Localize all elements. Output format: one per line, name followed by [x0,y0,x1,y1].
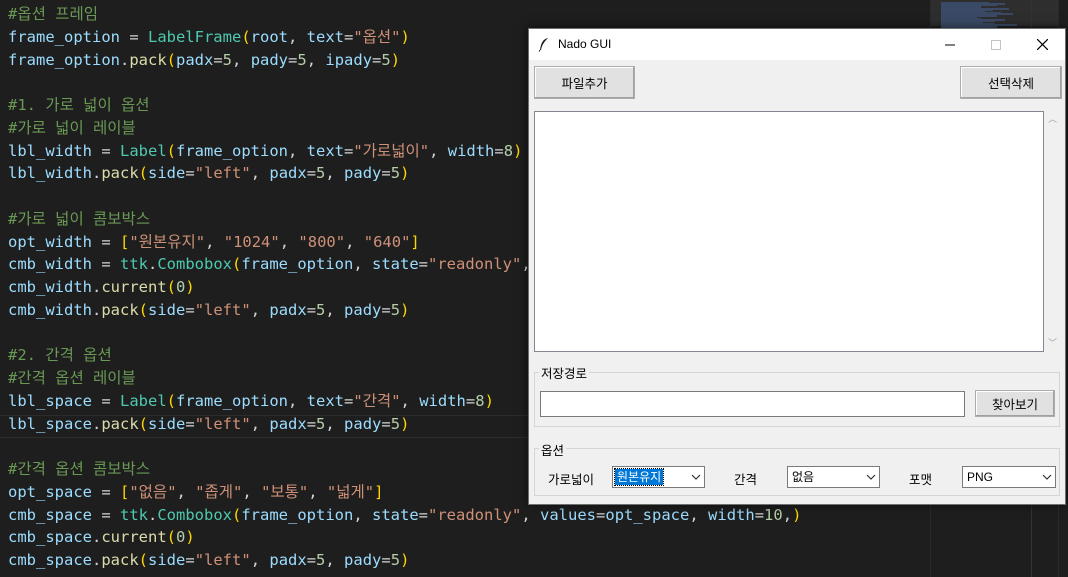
code-line: cmb_width.current(0) [8,278,195,296]
add-file-button[interactable]: 파일추가 [534,66,635,99]
width-combobox-value: 원본유지 [613,468,665,486]
code-line: cmb_width.pack(side="left", padx=5, pady… [8,300,410,319]
code-line: opt_space = ["없음", "좁게", "보통", "넓게"] [8,482,384,501]
maximize-icon [991,39,1001,50]
code-line: #간격 옵션 콤보박스 [8,460,151,478]
chevron-down-icon [866,474,876,480]
code-line: lbl_width.pack(side="left", padx=5, pady… [8,164,410,183]
maximize-button[interactable] [973,29,1019,60]
format-label: 포맷 [909,473,933,487]
code-line: cmb_space = ttk.Combobox(frame_option, s… [8,505,802,524]
code-line: #1. 가로 넓이 옵션 [8,96,150,114]
space-combobox-value: 없음 [792,470,815,484]
code-line: opt_width = ["원본유지", "1024", "800", "640… [8,232,420,251]
save-path-frame-label: 저장경로 [539,363,590,382]
code-line: cmb_width = ttk.Combobox(frame_option, s… [8,255,531,274]
code-line: #가로 넓이 레이블 [8,118,136,137]
scroll-down-icon[interactable]: ﹀ [1048,339,1057,348]
minimize-icon [945,44,955,45]
delete-selected-button[interactable]: 선택삭제 [960,66,1062,99]
space-combobox[interactable]: 없음 [787,466,880,488]
nado-gui-window: Nado GUI 파일추가 선택삭제 ︿ ﹀ 저장경로 찾아보기 옵션 가로넓이… [528,28,1066,505]
scroll-up-icon[interactable]: ︿ [1048,115,1057,124]
format-combobox-value: PNG [967,470,994,484]
file-listbox[interactable] [534,111,1044,352]
format-combobox[interactable]: PNG [962,466,1056,488]
width-label: 가로넓이 [548,473,595,487]
code-line: frame_option.pack(padx=5, pady=5, ipady=… [8,50,401,69]
code-line: lbl_width = Label(frame_option, text="가로… [8,141,523,160]
code-line: cmb_space.current(0) [8,528,195,547]
code-line: #가로 넓이 콤보박스 [8,209,151,228]
browse-button[interactable]: 찾아보기 [975,390,1055,417]
width-combobox[interactable]: 원본유지 [612,466,705,488]
chevron-down-icon [1042,474,1052,480]
minimize-button[interactable] [927,29,973,60]
close-icon [1036,39,1048,50]
close-button[interactable] [1019,29,1065,60]
space-label: 간격 [734,473,758,487]
chevron-down-icon [691,474,701,480]
code-line: cmb_space.pack(side="left", padx=5, pady… [8,551,410,569]
code-line: lbl_space = Label(frame_option, text="간격… [8,391,494,410]
code-line: frame_option = LabelFrame(root, text="옵션… [8,27,410,46]
feather-icon [538,38,548,52]
listbox-scrollbar[interactable]: ︿ ﹀ [1045,111,1060,352]
window-title: Nado GUI [558,37,612,51]
code-line: lbl_space.pack(side="left", padx=5, pady… [8,414,410,433]
save-path-input[interactable] [540,391,965,417]
code-line: #옵션 프레임 [8,5,98,23]
code-line: #2. 간격 옵션 [8,346,112,365]
options-frame-label: 옵션 [539,440,567,459]
title-bar[interactable]: Nado GUI [529,29,1065,60]
code-line: #간격 옵션 레이블 [8,369,136,387]
